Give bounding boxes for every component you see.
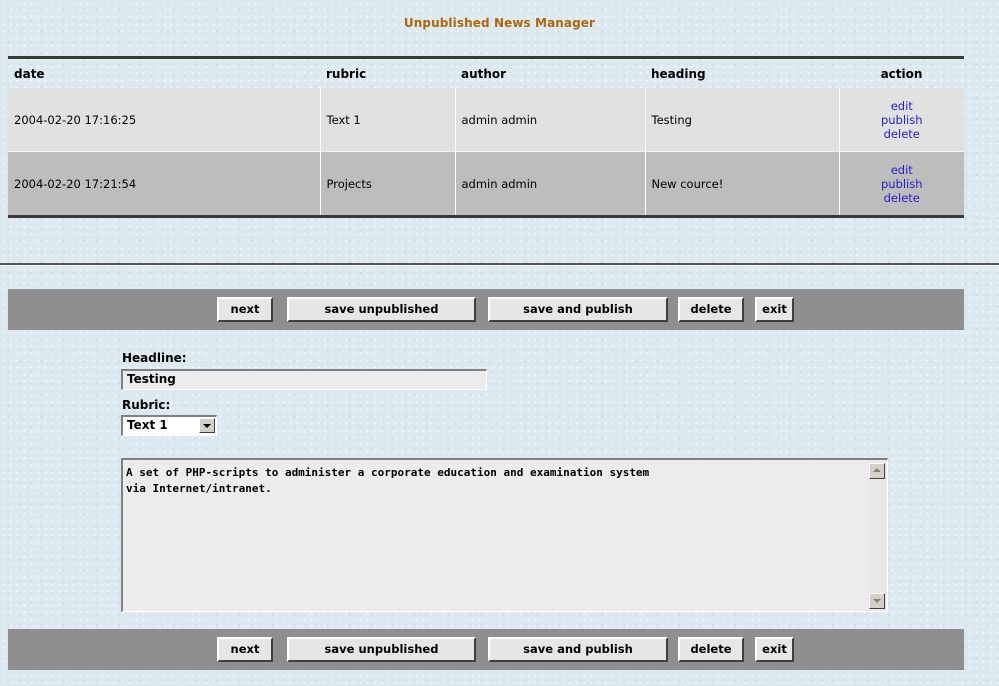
- exit-button[interactable]: exit: [755, 297, 794, 322]
- cell-author: admin admin: [455, 151, 646, 217]
- save-unpublished-button[interactable]: save unpublished: [287, 637, 476, 662]
- cell-author: admin admin: [455, 88, 646, 152]
- save-and-publish-button[interactable]: save and publish: [488, 637, 668, 662]
- cell-heading: New cource!: [645, 151, 840, 217]
- top-toolbar: next save unpublished save and publish d…: [8, 289, 964, 330]
- rubric-selected-value: Text 1: [127, 418, 168, 432]
- cell-actions: edit publish delete: [839, 88, 964, 152]
- news-table: date rubric author heading action 2004-0…: [8, 56, 964, 218]
- rubric-label: Rubric:: [122, 398, 171, 412]
- next-button[interactable]: next: [217, 637, 273, 662]
- textarea-scrollbar[interactable]: [868, 461, 886, 611]
- column-header-heading: heading: [651, 66, 706, 81]
- table-row: 2004-02-20 17:21:54 Projects admin admin…: [8, 151, 964, 217]
- publish-link[interactable]: publish: [846, 177, 959, 191]
- chevron-down-icon[interactable]: [199, 418, 215, 433]
- rubric-select[interactable]: Text 1: [121, 415, 217, 436]
- delete-link[interactable]: delete: [846, 191, 959, 205]
- table-header-row: date rubric author heading action: [8, 58, 964, 89]
- column-header-rubric: rubric: [326, 66, 367, 81]
- body-text: A set of PHP-scripts to administer a cor…: [126, 466, 650, 495]
- column-header-author: author: [461, 66, 507, 81]
- edit-link[interactable]: edit: [846, 163, 959, 177]
- page-title: Unpublished News Manager: [403, 16, 596, 30]
- publish-link[interactable]: publish: [846, 113, 959, 127]
- section-divider: [0, 263, 999, 266]
- column-header-action: action: [880, 66, 923, 81]
- body-textarea[interactable]: A set of PHP-scripts to administer a cor…: [121, 458, 888, 612]
- headline-label: Headline:: [122, 351, 187, 365]
- cell-actions: edit publish delete: [839, 151, 964, 217]
- table-row: 2004-02-20 17:16:25 Text 1 admin admin T…: [8, 88, 964, 152]
- delete-button[interactable]: delete: [678, 297, 744, 322]
- column-header-date: date: [14, 66, 45, 81]
- cell-heading: Testing: [645, 88, 840, 152]
- cell-date: 2004-02-20 17:21:54: [8, 151, 321, 217]
- delete-link[interactable]: delete: [846, 127, 959, 141]
- save-and-publish-button[interactable]: save and publish: [488, 297, 668, 322]
- bottom-toolbar: next save unpublished save and publish d…: [8, 629, 964, 670]
- delete-button[interactable]: delete: [678, 637, 744, 662]
- cell-rubric: Projects: [320, 151, 456, 217]
- exit-button[interactable]: exit: [755, 637, 794, 662]
- cell-rubric: Text 1: [320, 88, 456, 152]
- save-unpublished-button[interactable]: save unpublished: [287, 297, 476, 322]
- scroll-down-arrow-icon[interactable]: [869, 593, 885, 609]
- cell-date: 2004-02-20 17:16:25: [8, 88, 321, 152]
- headline-input[interactable]: Testing: [121, 369, 487, 390]
- scroll-up-arrow-icon[interactable]: [869, 463, 885, 479]
- edit-link[interactable]: edit: [846, 99, 959, 113]
- next-button[interactable]: next: [217, 297, 273, 322]
